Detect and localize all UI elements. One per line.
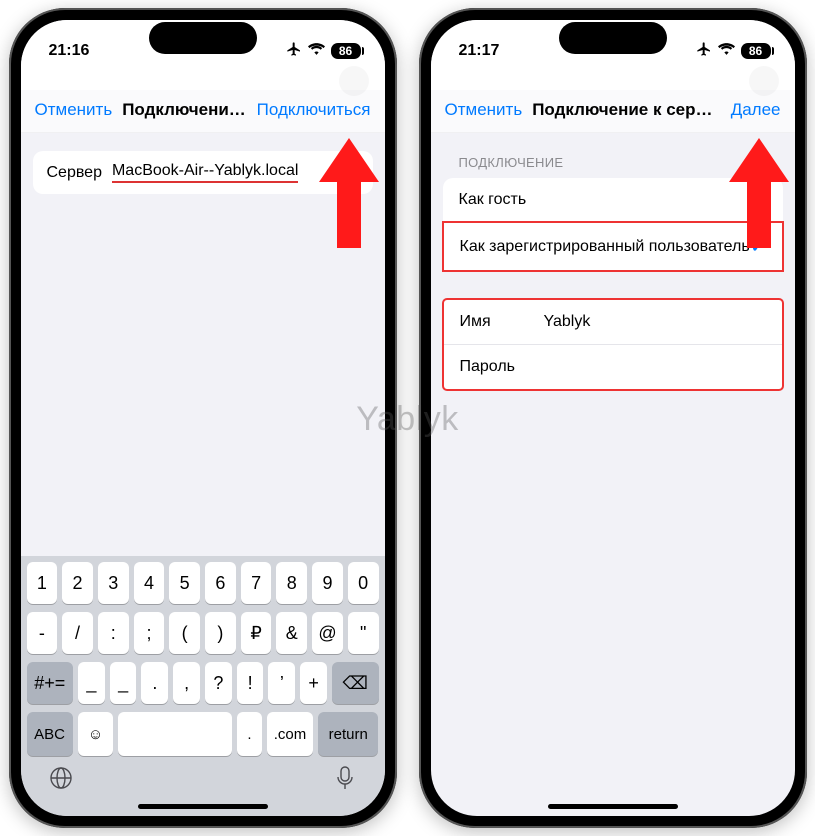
globe-icon[interactable] <box>47 764 75 792</box>
key-,[interactable]: , <box>173 662 200 704</box>
return-key[interactable]: return <box>318 712 378 756</box>
home-indicator[interactable] <box>548 804 678 809</box>
dynamic-island <box>149 22 257 54</box>
key-&[interactable]: & <box>276 612 307 654</box>
key-([interactable]: ( <box>169 612 200 654</box>
airplane-mode-icon <box>286 41 302 62</box>
wifi-icon <box>718 42 735 60</box>
cancel-button[interactable]: Отменить <box>445 100 523 120</box>
key-@[interactable]: @ <box>312 612 343 654</box>
key-’[interactable]: ’ <box>268 662 295 704</box>
key-2[interactable]: 2 <box>62 562 93 604</box>
key-4[interactable]: 4 <box>134 562 165 604</box>
status-time: 21:16 <box>49 42 90 60</box>
key-1[interactable]: 1 <box>27 562 58 604</box>
dotcom-key[interactable]: .com <box>267 712 313 756</box>
key-7[interactable]: 7 <box>241 562 272 604</box>
next-button[interactable]: Далее <box>731 100 781 120</box>
wifi-icon <box>308 42 325 60</box>
key-_[interactable]: _ <box>110 662 137 704</box>
key-₽[interactable]: ₽ <box>241 612 272 654</box>
nav-title: Подключение к серверу <box>528 100 725 120</box>
nav-bar: Отменить Подключение к се... Подключитьс… <box>21 90 385 133</box>
key-"[interactable]: " <box>348 612 379 654</box>
status-time: 21:17 <box>459 42 500 60</box>
emoji-key[interactable]: ☺ <box>78 712 114 756</box>
annotation-arrow-icon <box>729 138 789 248</box>
credentials-group: Имя Yablyk Пароль <box>443 299 783 390</box>
airplane-mode-icon <box>696 41 712 62</box>
key-9[interactable]: 9 <box>312 562 343 604</box>
key-5[interactable]: 5 <box>169 562 200 604</box>
connect-button[interactable]: Подключиться <box>257 100 371 120</box>
server-input[interactable]: MacBook-Air--Yablyk.local <box>112 162 298 183</box>
nav-bar: Отменить Подключение к серверу Далее <box>431 90 795 133</box>
key-.[interactable]: . <box>141 662 168 704</box>
keyboard[interactable]: 1234567890 -/:;()₽&@" #+= __.,?!’+ ⌫ ABC… <box>21 556 385 816</box>
key-8[interactable]: 8 <box>276 562 307 604</box>
key-0[interactable]: 0 <box>348 562 379 604</box>
key-?[interactable]: ? <box>205 662 232 704</box>
cancel-button[interactable]: Отменить <box>35 100 113 120</box>
key-)[interactable]: ) <box>205 612 236 654</box>
abc-key[interactable]: ABC <box>27 712 73 756</box>
search-icon <box>749 66 779 96</box>
key-+[interactable]: + <box>300 662 327 704</box>
key-;[interactable]: ; <box>134 612 165 654</box>
mic-icon[interactable] <box>331 764 359 792</box>
space-key[interactable] <box>118 712 232 756</box>
server-label: Сервер <box>47 164 102 182</box>
option-registered-label: Как зарегистрированный пользователь <box>460 238 750 256</box>
dynamic-island <box>559 22 667 54</box>
key-:[interactable]: : <box>98 612 129 654</box>
battery-indicator: 86 <box>741 43 771 59</box>
key-_[interactable]: _ <box>78 662 105 704</box>
key-/[interactable]: / <box>62 612 93 654</box>
nav-title: Подключение к се... <box>118 100 250 120</box>
key--[interactable]: - <box>27 612 58 654</box>
name-value[interactable]: Yablyk <box>544 313 591 331</box>
password-label: Пароль <box>460 358 522 376</box>
symbols-key[interactable]: #+= <box>27 662 73 704</box>
phone-left: 21:16 86 Отменить Подключение к се... По… <box>9 8 397 828</box>
phone-right: 21:17 86 Отменить Подключение к серверу … <box>419 8 807 828</box>
home-indicator[interactable] <box>138 804 268 809</box>
annotation-arrow-icon <box>319 138 379 248</box>
key-3[interactable]: 3 <box>98 562 129 604</box>
name-field-row[interactable]: Имя Yablyk <box>444 300 782 344</box>
password-input[interactable] <box>544 358 766 376</box>
battery-indicator: 86 <box>331 43 361 59</box>
name-label: Имя <box>460 313 522 331</box>
key-6[interactable]: 6 <box>205 562 236 604</box>
backspace-key[interactable]: ⌫ <box>332 662 378 704</box>
search-icon <box>339 66 369 96</box>
key-![interactable]: ! <box>237 662 264 704</box>
password-field-row[interactable]: Пароль <box>444 344 782 389</box>
dot-key[interactable]: . <box>237 712 262 756</box>
